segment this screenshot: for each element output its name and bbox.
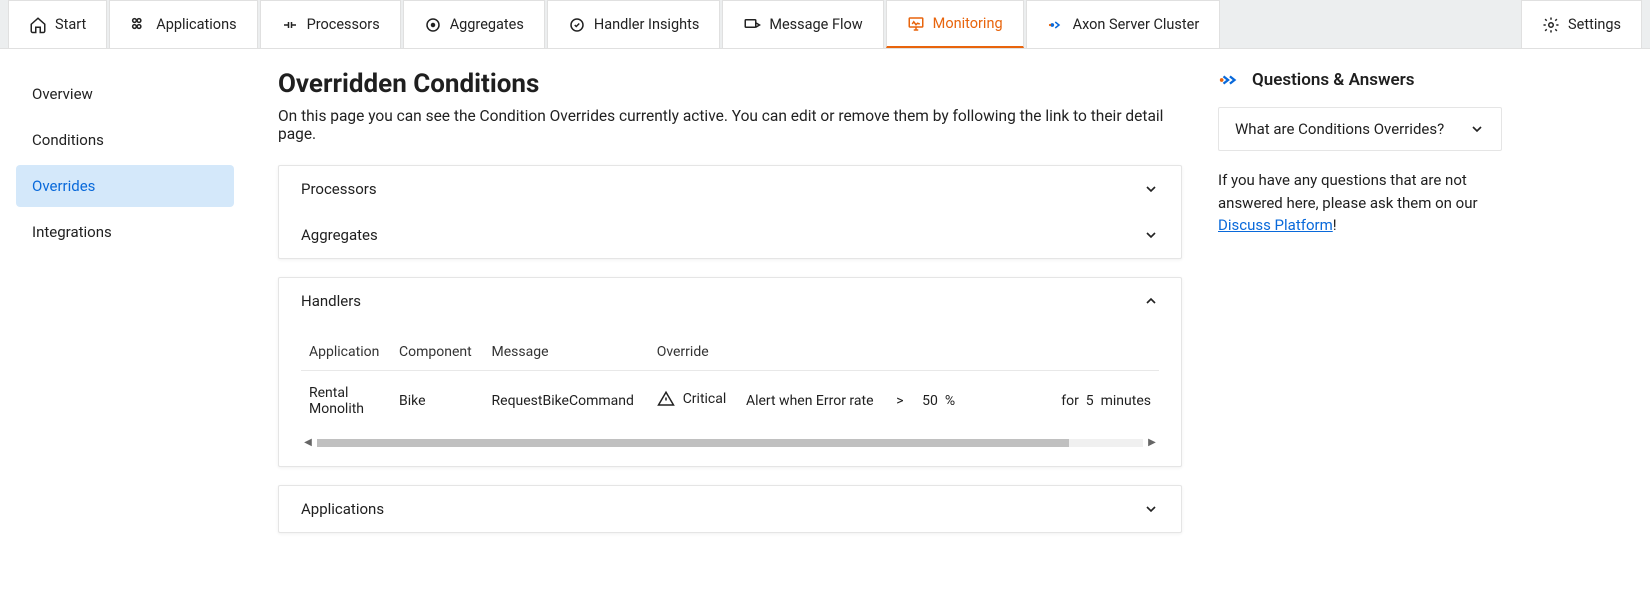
col-application: Application: [301, 334, 391, 371]
discuss-link[interactable]: Discuss Platform: [1218, 216, 1333, 234]
home-icon: [29, 16, 47, 34]
accordion-title: Aggregates: [301, 226, 378, 244]
page-title: Overridden Conditions: [278, 69, 1182, 99]
accordion-applications[interactable]: Applications: [279, 486, 1181, 532]
sidebar-item-overrides[interactable]: Overrides: [16, 165, 234, 207]
top-nav: Start Applications Processors Aggregates…: [0, 0, 1650, 48]
cell-for: for 5 minutes: [963, 371, 1159, 432]
tab-settings[interactable]: Settings: [1521, 0, 1642, 48]
accordion-title: Applications: [301, 500, 384, 518]
questions-panel: Questions & Answers What are Conditions …: [1210, 49, 1520, 591]
warning-icon: [657, 390, 675, 408]
cell-message: RequestBikeCommand: [484, 371, 649, 432]
qa-title: Questions & Answers: [1252, 70, 1415, 90]
cell-operator: >: [888, 371, 912, 432]
tab-label: Start: [55, 16, 86, 33]
horizontal-scrollbar[interactable]: ◀ ▶: [301, 437, 1159, 448]
nav-spacer: [1222, 0, 1519, 48]
tab-axon-cluster[interactable]: Axon Server Cluster: [1026, 0, 1221, 48]
tab-aggregates[interactable]: Aggregates: [403, 0, 545, 48]
handlers-body: Application Component Message Override R…: [279, 324, 1181, 466]
table-row[interactable]: Rental Monolith Bike RequestBikeCommand …: [301, 371, 1159, 432]
tab-label: Settings: [1568, 16, 1621, 33]
main-area: Overview Conditions Overrides Integratio…: [0, 48, 1650, 591]
cluster-icon: [1047, 16, 1065, 34]
chevron-down-icon: [1143, 501, 1159, 517]
section-handlers: Handlers Application Component Message O…: [278, 277, 1182, 467]
cell-severity: Critical: [649, 371, 738, 432]
qa-title-row: Questions & Answers: [1218, 69, 1502, 91]
col-override: Override: [649, 334, 1159, 371]
qa-logo-icon: [1218, 69, 1240, 91]
scroll-left-icon[interactable]: ◀: [301, 437, 315, 448]
content: Overridden Conditions On this page you c…: [250, 49, 1210, 591]
tab-label: Applications: [156, 16, 236, 33]
chevron-down-icon: [1143, 227, 1159, 243]
chevron-down-icon: [1143, 181, 1159, 197]
aggregates-icon: [424, 16, 442, 34]
faq-item[interactable]: What are Conditions Overrides?: [1218, 107, 1502, 151]
cell-alert-text: Alert when Error rate: [738, 371, 888, 432]
cell-application: Rental Monolith: [301, 371, 391, 432]
tab-handler-insights[interactable]: Handler Insights: [547, 0, 720, 48]
qa-footer: If you have any questions that are not a…: [1218, 169, 1502, 237]
accordion-title: Handlers: [301, 292, 361, 310]
accordion-aggregates[interactable]: Aggregates: [279, 212, 1181, 258]
tab-label: Monitoring: [933, 15, 1003, 32]
sidebar-item-integrations[interactable]: Integrations: [16, 211, 234, 253]
tab-label: Handler Insights: [594, 16, 699, 33]
tab-start[interactable]: Start: [8, 0, 107, 48]
gear-icon: [1542, 16, 1560, 34]
flow-icon: [743, 16, 761, 34]
tab-label: Processors: [307, 16, 380, 33]
section-processors-aggregates: Processors Aggregates: [278, 165, 1182, 259]
sidebar-item-conditions[interactable]: Conditions: [16, 119, 234, 161]
apps-icon: [130, 16, 148, 34]
scroll-track[interactable]: [317, 439, 1143, 447]
section-applications: Applications: [278, 485, 1182, 533]
accordion-processors[interactable]: Processors: [279, 166, 1181, 212]
tab-processors[interactable]: Processors: [260, 0, 401, 48]
chevron-up-icon: [1143, 293, 1159, 309]
handlers-table: Application Component Message Override R…: [301, 334, 1159, 431]
col-message: Message: [484, 334, 649, 371]
processors-icon: [281, 16, 299, 34]
cell-value: 50 %: [912, 371, 963, 432]
tab-message-flow[interactable]: Message Flow: [722, 0, 883, 48]
page-description: On this page you can see the Condition O…: [278, 107, 1182, 143]
tab-label: Axon Server Cluster: [1073, 16, 1200, 33]
severity-label: Critical: [683, 391, 727, 407]
scroll-right-icon[interactable]: ▶: [1145, 437, 1159, 448]
monitor-icon: [907, 15, 925, 33]
insights-icon: [568, 16, 586, 34]
faq-question: What are Conditions Overrides?: [1235, 120, 1444, 138]
cell-component: Bike: [391, 371, 484, 432]
col-component: Component: [391, 334, 484, 371]
tab-monitoring[interactable]: Monitoring: [886, 0, 1024, 48]
chevron-down-icon: [1469, 121, 1485, 137]
accordion-handlers[interactable]: Handlers: [279, 278, 1181, 324]
tab-label: Message Flow: [769, 16, 862, 33]
accordion-title: Processors: [301, 180, 377, 198]
tab-applications[interactable]: Applications: [109, 0, 257, 48]
sidebar-item-overview[interactable]: Overview: [16, 73, 234, 115]
sidebar: Overview Conditions Overrides Integratio…: [0, 49, 250, 591]
tab-label: Aggregates: [450, 16, 524, 33]
